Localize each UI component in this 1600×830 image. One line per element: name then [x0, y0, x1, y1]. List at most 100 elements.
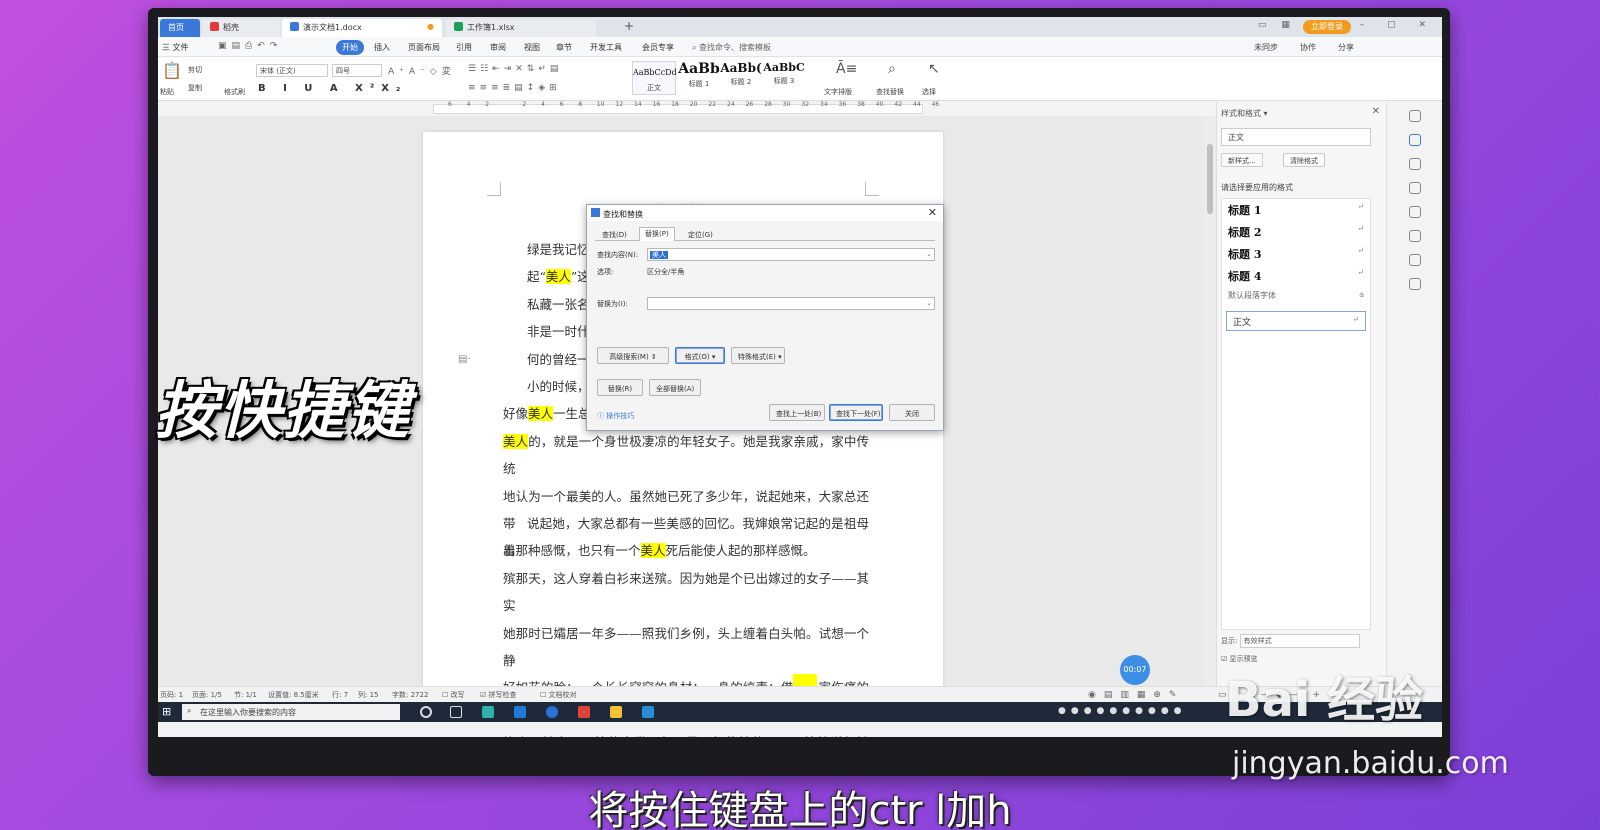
- vertical-scrollbar[interactable]: [1204, 116, 1216, 686]
- font-name-select[interactable]: 宋体 (正文): [256, 64, 328, 77]
- tab-find[interactable]: 查找(D): [597, 229, 632, 241]
- system-tray-icons[interactable]: ●●●●●●●●●●: [1058, 706, 1187, 716]
- style-heading-3[interactable]: AaBbC 标题 3: [762, 61, 806, 95]
- task-view-icon[interactable]: [450, 706, 462, 718]
- find-replace-label[interactable]: 查找替换: [876, 87, 904, 97]
- location-icon[interactable]: [1408, 254, 1421, 266]
- find-next-button[interactable]: 查找下一处(F): [829, 404, 883, 421]
- menu-member[interactable]: 会员专享: [642, 42, 674, 53]
- view-mode-icons[interactable]: ◉▤▥▦⊕✎: [1088, 690, 1184, 700]
- tab-workbook[interactable]: 工作簿1.xlsx: [446, 19, 596, 37]
- close-icon[interactable]: ✕: [928, 206, 937, 219]
- tab-home[interactable]: 首页: [160, 19, 200, 37]
- select-label[interactable]: 选择: [922, 87, 936, 97]
- style-item-normal[interactable]: 正文 ↵: [1226, 311, 1366, 331]
- current-style-select[interactable]: 正文: [1221, 128, 1371, 146]
- menu-view[interactable]: 视图: [524, 42, 540, 53]
- chevron-down-icon[interactable]: ⌄: [926, 299, 932, 307]
- styles-panel-title[interactable]: 样式和格式 ▾: [1221, 108, 1268, 119]
- new-tab-button[interactable]: +: [624, 19, 634, 33]
- style-item-heading-4[interactable]: 标题 4 ↵: [1222, 265, 1370, 287]
- layout-icons[interactable]: ▭ ▦: [1258, 20, 1296, 30]
- image-icon[interactable]: [1408, 230, 1421, 242]
- video-app-icon[interactable]: [642, 706, 654, 718]
- sync-status[interactable]: 未同步: [1254, 42, 1278, 53]
- status-pages[interactable]: 页面: 1/5: [192, 690, 222, 700]
- menu-review[interactable]: 审阅: [490, 42, 506, 53]
- backup-icon[interactable]: [1408, 278, 1421, 290]
- paragraph-icons[interactable]: ≡≡≡≣▤↕◈⊞: [468, 83, 561, 93]
- comment-icon[interactable]: ▤·: [458, 354, 471, 365]
- browser-icon[interactable]: [482, 706, 494, 718]
- menu-developer[interactable]: 开发工具: [590, 42, 622, 53]
- cortana-icon[interactable]: [420, 706, 432, 718]
- status-revise[interactable]: ☐ 改写: [442, 690, 465, 700]
- settings-icon[interactable]: [1408, 110, 1421, 122]
- windows-start-icon[interactable]: ⊞: [162, 705, 171, 718]
- tab-goto[interactable]: 定位(G): [683, 229, 718, 241]
- new-style-button[interactable]: 新样式...: [1221, 153, 1263, 167]
- font-format-icons[interactable]: B I U A X²X₂: [258, 83, 407, 94]
- format-painter-button[interactable]: 格式刷: [224, 87, 245, 97]
- help-icon[interactable]: [1408, 206, 1421, 218]
- status-spell[interactable]: ☑ 拼写检查: [480, 690, 517, 700]
- menu-chapter[interactable]: 章节: [556, 42, 572, 53]
- app-icon[interactable]: [546, 706, 558, 718]
- taskbar-search[interactable]: ⌕ 在这里输入你要搜索的内容: [182, 704, 400, 720]
- tab-daoke[interactable]: 稻壳: [202, 19, 280, 37]
- wps-icon[interactable]: [578, 706, 590, 718]
- text-layout-label[interactable]: 文字排版: [824, 87, 852, 97]
- scrollbar-thumb[interactable]: [1207, 144, 1213, 214]
- edge-icon[interactable]: [514, 706, 526, 718]
- tab-replace[interactable]: 替换(P): [639, 227, 675, 241]
- menu-insert[interactable]: 插入: [374, 42, 390, 53]
- paste-label[interactable]: 粘贴: [160, 87, 174, 97]
- cursor-icon[interactable]: [1408, 158, 1421, 170]
- clear-format-button[interactable]: 清除格式: [1283, 153, 1325, 167]
- tab-document[interactable]: 演示文档1.docx ●: [282, 19, 442, 37]
- edit-icon[interactable]: [1408, 134, 1421, 146]
- style-item-heading-1[interactable]: 标题 1 ↵: [1222, 199, 1370, 221]
- window-controls[interactable]: – ▢ ✕: [1360, 20, 1436, 30]
- find-input[interactable]: 美人 ⌄: [647, 248, 935, 261]
- close-button[interactable]: 关闭: [889, 404, 935, 421]
- font-size-select[interactable]: 四号: [332, 64, 382, 77]
- style-item-default-font[interactable]: 默认段落字体 a: [1222, 287, 1370, 309]
- chevron-down-icon[interactable]: ⌄: [926, 250, 932, 258]
- replace-button[interactable]: 替换(R): [597, 379, 643, 396]
- advanced-search-button[interactable]: 高级搜索(M) ⇕: [597, 347, 669, 364]
- adjust-icon[interactable]: [1408, 182, 1421, 194]
- style-item-heading-3[interactable]: 标题 3 ↵: [1222, 243, 1370, 265]
- style-heading-2[interactable]: AaBb(标题 2: [720, 61, 762, 95]
- quick-access-icons[interactable]: ▣▤⎙↶↷: [218, 41, 282, 51]
- special-format-button[interactable]: 特殊格式(E) ▾: [731, 347, 785, 364]
- menu-page-layout[interactable]: 页面布局: [408, 42, 440, 53]
- display-select[interactable]: 有效样式: [1239, 634, 1360, 648]
- find-replace-icon[interactable]: ⌕: [888, 61, 896, 77]
- close-icon[interactable]: ✕: [1372, 106, 1380, 117]
- folder-icon[interactable]: [610, 706, 622, 718]
- menu-file[interactable]: 三 文件: [162, 42, 189, 53]
- login-button[interactable]: 立即登录: [1303, 20, 1351, 34]
- list-icons[interactable]: ☰☷⇤⇥✕⇅↵▤: [468, 64, 562, 74]
- menu-references[interactable]: 引用: [456, 42, 472, 53]
- status-proof[interactable]: ☐ 文档校对: [540, 690, 577, 700]
- style-normal[interactable]: AaBbCcDd 正文: [632, 61, 677, 95]
- style-heading-1[interactable]: AaBb 标题 1: [678, 61, 720, 95]
- command-search[interactable]: ⌕ 查找命令、搜索模板: [692, 42, 771, 53]
- format-button[interactable]: 格式(O) ▾: [675, 347, 725, 364]
- find-previous-button[interactable]: 查找上一处(B): [769, 404, 825, 421]
- replace-all-button[interactable]: 全部替换(A): [649, 379, 701, 396]
- display-filter[interactable]: 显示: 有效样式: [1221, 634, 1360, 648]
- replace-input[interactable]: ⌄: [647, 297, 935, 310]
- collaborate-button[interactable]: 协作: [1300, 42, 1316, 53]
- share-button[interactable]: 分享: [1338, 42, 1354, 53]
- copy-button[interactable]: 复制: [188, 83, 202, 93]
- tips-link[interactable]: ⓘ 操作技巧: [597, 411, 634, 421]
- cut-button[interactable]: 剪切: [188, 65, 202, 75]
- style-item-heading-2[interactable]: 标题 2 ↵: [1222, 221, 1370, 243]
- menu-start[interactable]: 开始: [336, 40, 364, 55]
- font-adjust-icons[interactable]: A⁺A⁻◇変: [388, 64, 456, 77]
- status-words[interactable]: 字数: 2722: [392, 690, 428, 700]
- select-icon[interactable]: ↖: [928, 61, 940, 77]
